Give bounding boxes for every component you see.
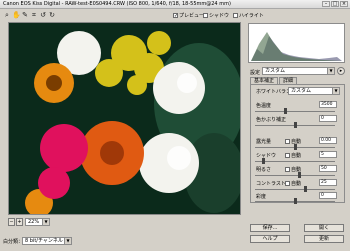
depth-bar: 白分類： 8 bit/チャンネル ▼ — [0, 236, 245, 248]
temperature-label: 色温度 — [256, 103, 272, 109]
tint-slider[interactable] — [255, 122, 335, 128]
zoom-select[interactable]: 22% ▼ — [25, 218, 50, 226]
zoom-out-button[interactable]: − — [8, 218, 15, 226]
exposure-auto-checkbox[interactable]: 自動 — [285, 138, 301, 145]
checkbox-box — [285, 181, 290, 186]
settings-value: カスタム — [265, 68, 286, 74]
toolbar: ⌕ ✋ ✎ ⌗ ↺ ↻ ✓ プレビュー シャドウ ハイライト — [0, 9, 350, 22]
window-controls: – □ × — [322, 1, 348, 7]
shadows-slider[interactable] — [255, 158, 335, 164]
chevron-down-icon: ▼ — [332, 88, 339, 94]
checkbox-box — [285, 167, 290, 172]
saturation-label: 彩度 — [256, 194, 267, 200]
slider-thumb[interactable] — [303, 186, 307, 192]
adjust-panel: ホワイトバランス カスタム ▼ 色温度 3500 色かぶり補正 0 露光量 自動… — [250, 84, 346, 204]
save-button[interactable]: 保存... — [250, 224, 290, 232]
chevron-down-icon: ▼ — [42, 219, 49, 225]
crop-icon[interactable]: ⌗ — [30, 11, 38, 19]
slider-thumb[interactable] — [298, 172, 301, 178]
depth-value: 8 bit/チャンネル — [25, 238, 63, 244]
contrast-label: コントラスト — [256, 181, 286, 187]
slider-thumb[interactable] — [294, 198, 297, 204]
checkbox-box — [233, 13, 238, 18]
saturation-slider[interactable] — [255, 198, 335, 204]
highlight-checkbox[interactable]: ハイライト — [233, 12, 264, 19]
highlight-label: ハイライト — [239, 13, 264, 19]
checkbox-box — [203, 13, 208, 18]
slider-thumb[interactable] — [284, 108, 288, 114]
slider-thumb[interactable] — [294, 122, 297, 128]
depth-select[interactable]: 8 bit/チャンネル ▼ — [22, 237, 72, 245]
brightness-label: 明るさ — [256, 167, 272, 173]
shadows-auto-checkbox[interactable]: 自動 — [285, 152, 301, 159]
chevron-down-icon: ▼ — [64, 238, 71, 244]
exposure-label: 露光量 — [256, 139, 272, 145]
help-button[interactable]: ヘルプ — [250, 235, 290, 243]
maximize-button[interactable]: □ — [331, 1, 339, 7]
histogram-graph — [251, 32, 342, 61]
settings-menu-button[interactable]: ▸ — [337, 67, 345, 75]
flower-photo — [9, 23, 240, 214]
shadow-label: シャドウ — [209, 13, 230, 19]
zoom-value: 22% — [28, 219, 40, 225]
auto-label: 自動 — [291, 153, 302, 159]
minimize-button[interactable]: – — [322, 1, 330, 7]
tint-label: 色かぶり補正 — [256, 117, 287, 123]
rotate-right-icon[interactable]: ↻ — [48, 11, 56, 19]
temperature-slider[interactable] — [255, 108, 335, 114]
rotate-left-icon[interactable]: ↺ — [39, 11, 47, 19]
preview-checkbox[interactable]: ✓ プレビュー — [173, 12, 204, 19]
exposure-slider[interactable] — [255, 144, 335, 150]
tint-value[interactable]: 0 — [319, 115, 337, 122]
white-balance-select[interactable]: カスタム ▼ — [288, 87, 340, 95]
saturation-value[interactable]: 0 — [319, 192, 337, 199]
brightness-value[interactable]: 50 — [319, 165, 337, 172]
histogram — [248, 23, 345, 63]
contrast-value[interactable]: 25 — [319, 179, 337, 186]
hand-icon[interactable]: ✋ — [12, 11, 21, 19]
settings-label: 設定 — [250, 70, 261, 76]
eyedropper-icon[interactable]: ✎ — [21, 11, 29, 19]
shadows-label: シャドウ — [256, 153, 277, 159]
depth-label: 白分類： — [3, 239, 24, 245]
magnifier-icon[interactable]: ⌕ — [3, 11, 11, 19]
shadows-value[interactable]: 5 — [319, 151, 337, 158]
contrast-auto-checkbox[interactable]: 自動 — [285, 180, 301, 187]
shadow-checkbox[interactable]: シャドウ — [203, 12, 229, 19]
checkmark-icon: ✓ — [173, 13, 179, 19]
auto-label: 自動 — [291, 181, 302, 187]
checkbox-box — [285, 139, 290, 144]
exposure-value[interactable]: 0.00 — [319, 137, 337, 144]
settings-select[interactable]: カスタム ▼ — [262, 67, 335, 75]
slider-thumb[interactable] — [262, 158, 265, 164]
slider-thumb[interactable] — [294, 144, 297, 150]
temperature-value[interactable]: 3500 — [319, 101, 337, 108]
zoom-bar: − + 22% ▼ — [0, 217, 245, 227]
zoom-in-button[interactable]: + — [16, 218, 23, 226]
update-button[interactable]: 更新 — [304, 235, 344, 243]
tint-row: 色かぶり補正 0 — [251, 115, 346, 132]
brightness-slider[interactable] — [255, 172, 335, 178]
image-preview[interactable] — [8, 22, 241, 215]
open-button[interactable]: 開く — [304, 224, 344, 232]
chevron-down-icon: ▼ — [327, 68, 334, 74]
title-bar: Canon EOS Kiss Digital - RAW-test-E0S049… — [0, 0, 350, 9]
window-title: Canon EOS Kiss Digital - RAW-test-E0S049… — [3, 1, 231, 7]
contrast-slider[interactable] — [255, 186, 335, 192]
checkbox-box — [285, 153, 290, 158]
saturation-row: 彩度 0 — [251, 192, 346, 209]
white-balance-value: カスタム — [291, 88, 312, 94]
close-button[interactable]: × — [340, 1, 348, 7]
preview-label: プレビュー — [179, 13, 205, 19]
